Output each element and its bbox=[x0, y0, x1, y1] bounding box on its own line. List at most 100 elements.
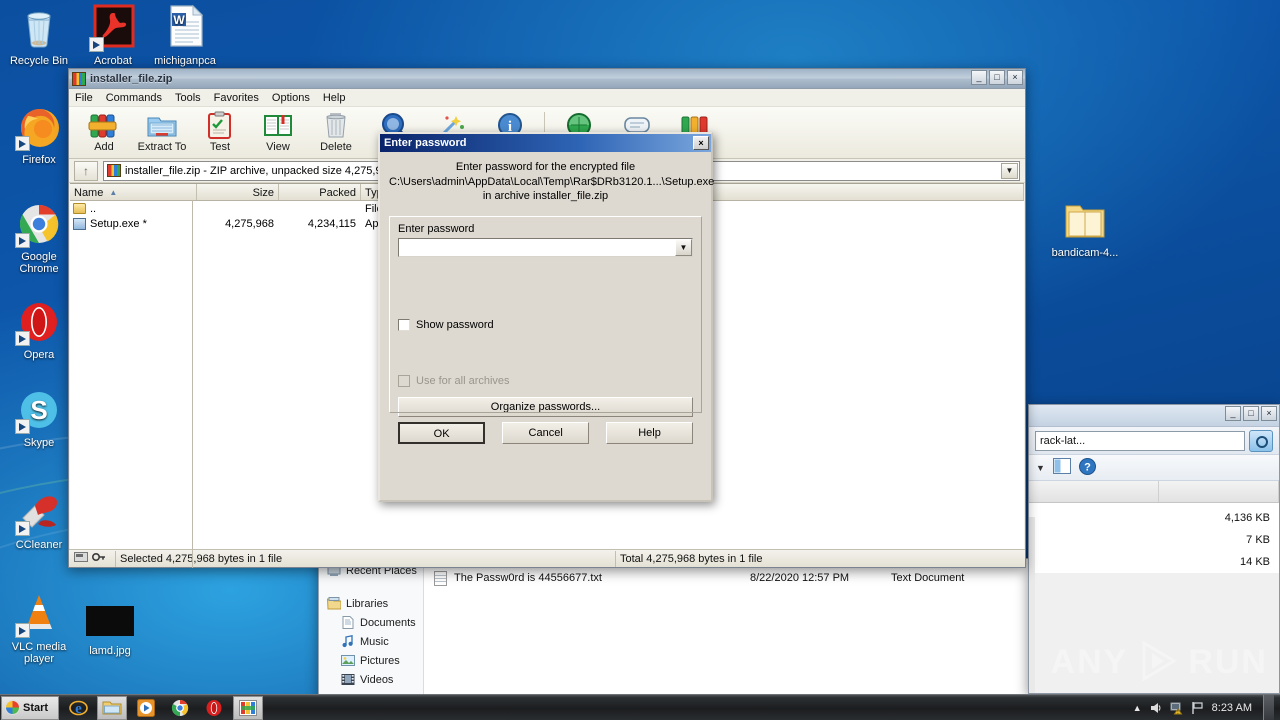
toolbar-button-extract-to[interactable]: Extract To bbox=[133, 110, 191, 153]
help-button[interactable]: Help bbox=[606, 421, 693, 444]
desktop-icon-lamd-jpg[interactable]: lamd.jpg bbox=[73, 600, 147, 657]
desktop-icon-label: Skype bbox=[23, 437, 55, 449]
secondary-window-search-bar[interactable]: rack-lat... bbox=[1029, 427, 1279, 455]
column-header-size[interactable]: Size bbox=[197, 184, 279, 200]
chevron-down-icon[interactable]: ▼ bbox=[1001, 162, 1018, 179]
desktop-icon-vlc-media-player[interactable]: VLC media player bbox=[2, 590, 76, 665]
organize-passwords-button[interactable]: Organize passwords... bbox=[398, 396, 693, 417]
secondary-window-system-buttons[interactable]: _ □ × bbox=[1225, 406, 1277, 421]
dialog-message-line-3: in archive installer_file.zip bbox=[482, 190, 609, 202]
menu-tools[interactable]: Tools bbox=[175, 92, 201, 104]
explorer-window[interactable]: Recent Places Libraries Documents Music bbox=[318, 558, 1118, 698]
network-warning-icon[interactable]: ! bbox=[1170, 701, 1184, 715]
close-button[interactable]: × bbox=[1007, 70, 1023, 85]
desktop-icon-bandicam-folder[interactable]: bandicam-4... bbox=[1048, 196, 1122, 259]
desktop-icon-ccleaner[interactable]: CCleaner bbox=[2, 488, 76, 551]
desktop-icon-acrobat[interactable]: Acrobat bbox=[76, 4, 150, 67]
secondary-window-toolbar[interactable]: ▼ ? bbox=[1029, 455, 1279, 481]
taskbar-item-media-player[interactable] bbox=[131, 696, 161, 720]
navigate-up-button[interactable]: ↑ bbox=[74, 160, 98, 181]
desktop-icon-skype[interactable]: S Skype bbox=[2, 386, 76, 449]
clock[interactable]: 8:23 AM bbox=[1212, 702, 1252, 714]
action-center-flag-icon[interactable] bbox=[1191, 701, 1205, 715]
nav-item-documents[interactable]: Documents bbox=[327, 613, 423, 632]
toolbar-button-add[interactable]: Add bbox=[75, 110, 133, 153]
help-icon[interactable]: ? bbox=[1078, 457, 1096, 478]
winrar-titlebar[interactable]: installer_file.zip _ □ × bbox=[69, 69, 1025, 89]
minimize-button[interactable]: _ bbox=[971, 70, 987, 85]
show-hidden-icons-button[interactable]: ▲ bbox=[1133, 703, 1142, 713]
enter-password-dialog[interactable]: Enter password × Enter password for the … bbox=[378, 132, 714, 502]
desktop-icon-google-chrome[interactable]: Google Chrome bbox=[2, 200, 76, 275]
svg-text:W: W bbox=[173, 13, 185, 27]
menu-help[interactable]: Help bbox=[323, 92, 346, 104]
search-input[interactable]: rack-lat... bbox=[1035, 430, 1245, 451]
taskbar-item-chrome[interactable] bbox=[165, 696, 195, 720]
system-tray[interactable]: ▲ ! 8:23 AM bbox=[1133, 695, 1280, 720]
explorer-file-list[interactable]: The Passw0rd is 44556677.txt 8/22/2020 1… bbox=[424, 559, 1117, 697]
winrar-system-buttons[interactable]: _ □ × bbox=[971, 70, 1023, 85]
menu-file[interactable]: File bbox=[75, 92, 93, 104]
taskbar-item-winrar[interactable] bbox=[233, 695, 263, 720]
desktop-icon-michiganpca[interactable]: W michiganpca bbox=[148, 4, 222, 67]
close-button[interactable]: × bbox=[1261, 406, 1277, 421]
taskbar-item-internet-explorer[interactable]: e bbox=[63, 696, 93, 720]
password-combobox[interactable]: ▼ bbox=[398, 237, 693, 257]
preview-pane-icon[interactable] bbox=[1052, 458, 1071, 477]
menu-favorites[interactable]: Favorites bbox=[214, 92, 259, 104]
desktop[interactable]: Recycle Bin Acrobat W michiganpca Firefo… bbox=[0, 0, 1280, 720]
toolbar-button-delete[interactable]: Delete bbox=[307, 110, 365, 153]
secondary-explorer-window[interactable]: _ □ × rack-lat... ▼ ? 4,136 KB 7 KB 14 K… bbox=[1028, 404, 1280, 694]
explorer-file-row[interactable]: The Passw0rd is 44556677.txt 8/22/2020 1… bbox=[424, 568, 1117, 588]
nav-item-libraries[interactable]: Libraries bbox=[326, 594, 423, 613]
volume-icon[interactable] bbox=[1149, 701, 1163, 715]
start-label: Start bbox=[23, 701, 49, 714]
toolbar-button-test[interactable]: Test bbox=[191, 110, 249, 153]
show-password-checkbox[interactable] bbox=[398, 318, 410, 331]
column-header-packed[interactable]: Packed bbox=[279, 184, 361, 200]
secondary-window-column-headers[interactable] bbox=[1029, 481, 1279, 503]
taskbar-item-opera[interactable] bbox=[199, 696, 229, 720]
close-icon[interactable]: × bbox=[693, 136, 709, 150]
maximize-button[interactable]: □ bbox=[989, 70, 1005, 85]
dialog-button-row[interactable]: OK Cancel Help bbox=[389, 413, 702, 444]
column-header-name[interactable]: Name ▲ bbox=[70, 184, 197, 200]
desktop-icon-firefox[interactable]: Firefox bbox=[2, 103, 76, 166]
minimize-button[interactable]: _ bbox=[1225, 406, 1241, 421]
secondary-window-list[interactable]: 4,136 KB 7 KB 14 KB bbox=[1029, 503, 1279, 573]
shortcut-overlay-icon bbox=[15, 331, 30, 346]
winrar-menubar[interactable]: File Commands Tools Favorites Options He… bbox=[69, 89, 1025, 107]
chevron-down-icon[interactable]: ▼ bbox=[675, 238, 692, 256]
svg-text:e: e bbox=[75, 701, 82, 717]
view-book-icon bbox=[262, 111, 294, 141]
menu-options[interactable]: Options bbox=[272, 92, 310, 104]
secondary-window-titlebar[interactable]: _ □ × bbox=[1029, 405, 1279, 427]
search-magnifier-icon[interactable] bbox=[1249, 429, 1273, 452]
nav-item-music[interactable]: Music bbox=[327, 632, 423, 651]
desktop-icon-label: VLC media player bbox=[11, 641, 67, 665]
nav-item-videos[interactable]: Videos bbox=[327, 670, 423, 689]
recycle-bin-icon bbox=[15, 4, 63, 52]
taskbar[interactable]: Start e ▲ ! 8:23 AM bbox=[0, 694, 1280, 720]
dialog-titlebar[interactable]: Enter password × bbox=[380, 134, 711, 152]
use-for-all-archives-row: Use for all archives bbox=[398, 374, 693, 387]
desktop-icon-opera[interactable]: Opera bbox=[2, 298, 76, 361]
toolbar-button-view[interactable]: View bbox=[249, 110, 307, 153]
show-password-row[interactable]: Show password bbox=[398, 318, 693, 331]
taskbar-item-windows-explorer[interactable] bbox=[97, 695, 127, 720]
view-dropdown-icon[interactable]: ▼ bbox=[1036, 463, 1045, 473]
statusbar-selected-text: Selected 4,275,968 bytes in 1 file bbox=[115, 550, 615, 567]
cancel-button[interactable]: Cancel bbox=[502, 421, 590, 444]
maximize-button[interactable]: □ bbox=[1243, 406, 1259, 421]
ok-button[interactable]: OK bbox=[398, 421, 486, 444]
nav-item-label: Documents bbox=[360, 616, 416, 629]
password-input[interactable] bbox=[399, 239, 675, 255]
archive-icon bbox=[107, 164, 121, 177]
show-desktop-button[interactable] bbox=[1263, 695, 1274, 720]
menu-commands[interactable]: Commands bbox=[106, 92, 162, 104]
desktop-icon-recycle-bin[interactable]: Recycle Bin bbox=[2, 4, 76, 67]
nav-item-pictures[interactable]: Pictures bbox=[327, 651, 423, 670]
start-button[interactable]: Start bbox=[1, 695, 59, 720]
vertical-scrollbar[interactable] bbox=[1029, 517, 1035, 693]
explorer-navigation-pane[interactable]: Recent Places Libraries Documents Music bbox=[319, 559, 424, 697]
